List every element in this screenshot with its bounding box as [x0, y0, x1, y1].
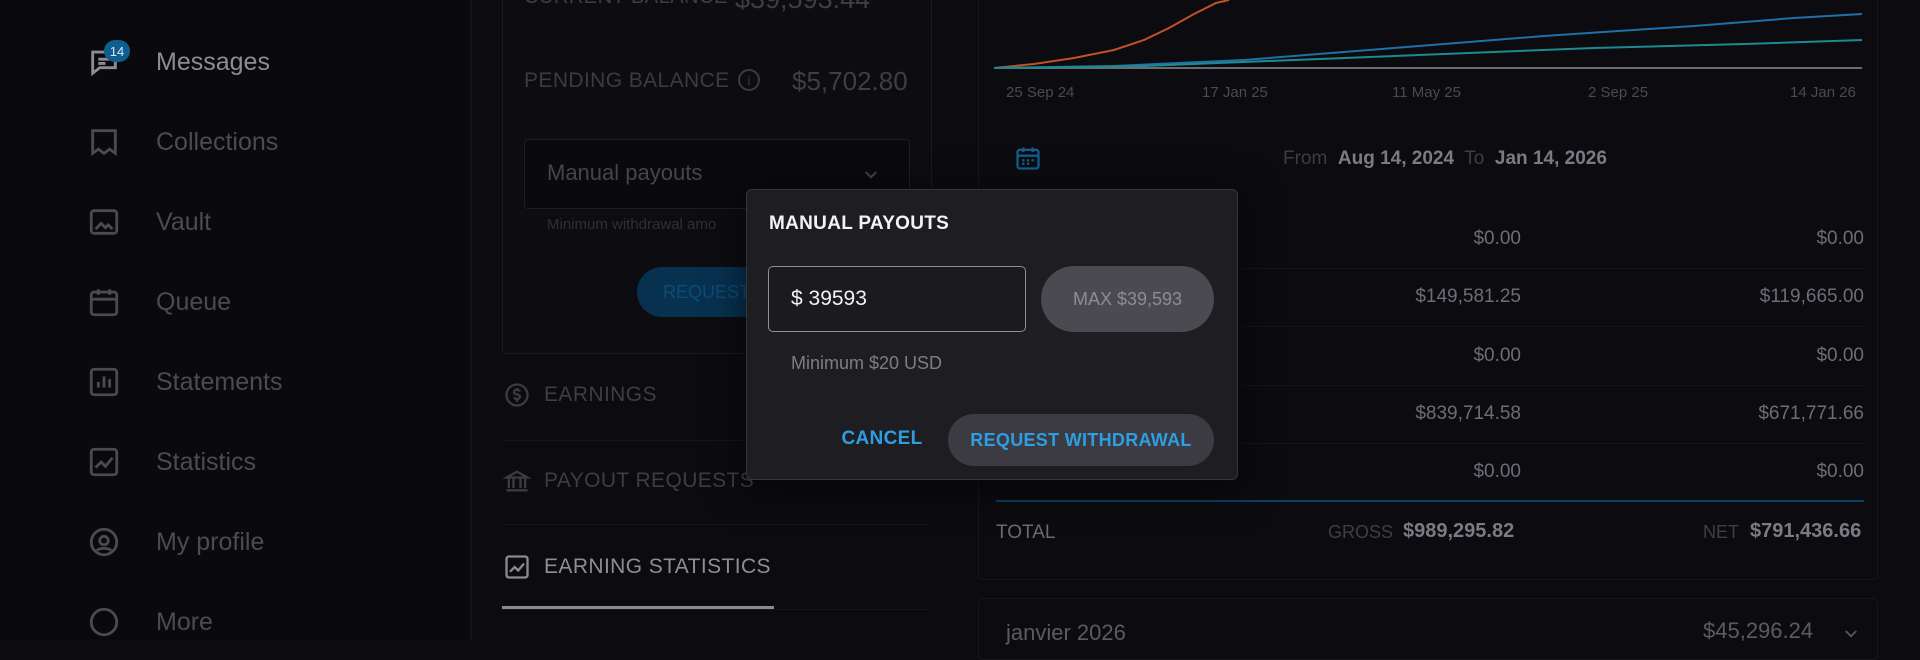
net-label: NET: [1703, 522, 1739, 542]
sidebar-item-label: Statements: [156, 367, 283, 396]
minimum-withdrawal-note: Minimum withdrawal amo: [547, 216, 717, 233]
sidebar-item-label: Queue: [156, 287, 232, 316]
gross-cell: $839,714.58: [1415, 403, 1521, 424]
sidebar-item-statistics[interactable]: Statistics: [84, 434, 256, 490]
collections-icon: [84, 122, 124, 162]
sidebar-item-more[interactable]: More: [84, 594, 213, 650]
chat-icon: 14: [84, 40, 130, 82]
chevron-down-icon[interactable]: [1842, 625, 1860, 643]
dialog-title: MANUAL PAYOUTS: [769, 213, 950, 234]
amount-input[interactable]: [768, 266, 1026, 332]
dollar-circle-icon: [502, 380, 532, 410]
info-icon[interactable]: i: [738, 69, 760, 91]
gross-cell: $0.00: [1473, 345, 1521, 366]
net-total: $791,436.66: [1750, 520, 1862, 542]
active-tab-indicator: [502, 606, 774, 609]
sidebar-item-label: My profile: [156, 527, 265, 556]
total-divider: [996, 500, 1864, 502]
pending-balance-value: $5,702.80: [792, 66, 908, 96]
request-withdrawal-button[interactable]: REQUEST WITHDRAWAL: [948, 414, 1214, 466]
range-to-value: Jan 14, 2026: [1494, 148, 1607, 169]
menu-label: EARNING STATISTICS: [544, 555, 771, 578]
bar-chart-icon: [84, 362, 124, 402]
x-tick-label: 25 Sep 24: [1006, 84, 1075, 101]
current-balance-value: $39,593.44: [735, 0, 870, 15]
total-label: TOTAL: [996, 522, 1056, 543]
date-range[interactable]: From Aug 14, 2024 To Jan 14, 2026: [1283, 148, 1607, 170]
current-balance-label: CURRENT BALANCE: [524, 0, 728, 9]
range-from-value: Aug 14, 2024: [1337, 148, 1455, 169]
gross-cell: $149,581.25: [1415, 286, 1521, 307]
max-amount-button[interactable]: MAX $39,593: [1041, 266, 1214, 332]
range-to-label: To: [1464, 148, 1485, 169]
menu-label: EARNINGS: [544, 383, 657, 406]
pending-balance-label: PENDING BALANCE: [524, 69, 730, 92]
chevron-down-icon: [865, 171, 877, 179]
sidebar-item-vault[interactable]: Vault: [84, 194, 211, 250]
net-cell: $671,771.66: [1758, 403, 1864, 424]
trend-chart-icon: [502, 552, 532, 582]
sidebar-item-label: Vault: [156, 207, 212, 236]
bank-icon: [502, 466, 532, 496]
sidebar-item-messages[interactable]: 14 Messages: [84, 34, 270, 90]
sidebar-item-statements[interactable]: Statements: [84, 354, 282, 410]
net-cell: $0.00: [1816, 461, 1864, 482]
calendar-icon[interactable]: [1014, 144, 1042, 172]
x-tick-label: 14 Jan 26: [1790, 84, 1856, 101]
sidebar-item-my-profile[interactable]: My profile: [84, 514, 264, 570]
sidebar-item-label: Statistics: [156, 447, 257, 476]
x-tick-label: 17 Jan 25: [1202, 84, 1268, 101]
series-line-blue: [994, 13, 1862, 69]
calendar-icon: [84, 282, 124, 322]
gross-cell: $0.00: [1473, 461, 1521, 482]
sidebar-divider: [470, 0, 472, 640]
menu-divider: [502, 609, 930, 610]
month-label: janvier 2026: [1006, 620, 1126, 645]
sidebar-item-collections[interactable]: Collections: [84, 114, 278, 170]
series-line-teal: [994, 39, 1862, 69]
x-tick-label: 11 May 25: [1392, 84, 1461, 101]
net-cell: $0.00: [1816, 345, 1864, 366]
payout-mode-value: Manual payouts: [547, 160, 703, 185]
net-cell: $0.00: [1816, 228, 1864, 249]
menu-label: PAYOUT REQUESTS: [544, 469, 755, 492]
sidebar-item-label: Collections: [156, 127, 279, 156]
series-line-orange: [994, 0, 1230, 69]
vault-image-icon: [84, 202, 124, 242]
x-tick-label: 2 Sep 25: [1588, 84, 1649, 101]
sidebar-item-label: More: [156, 607, 213, 636]
range-from-label: From: [1283, 148, 1328, 169]
gross-cell: $0.00: [1473, 228, 1521, 249]
profile-icon: [84, 522, 124, 562]
gross-label: GROSS: [1328, 522, 1394, 542]
sidebar-item-queue[interactable]: Queue: [84, 274, 231, 330]
earnings-line-chart: [994, 0, 1862, 69]
more-icon: [84, 602, 124, 642]
net-cell: $119,665.00: [1759, 286, 1864, 307]
minimum-amount-hint: Minimum $20 USD: [791, 353, 943, 373]
unread-badge: 14: [104, 40, 130, 62]
sidebar-item-label: Messages: [156, 47, 270, 76]
menu-earning-statistics[interactable]: EARNING STATISTICS: [502, 552, 930, 582]
gross-total: $989,295.82: [1403, 520, 1515, 542]
trend-chart-icon: [84, 442, 124, 482]
cancel-button[interactable]: CANCEL: [832, 416, 932, 462]
month-value: $45,296.24: [1703, 618, 1814, 643]
menu-divider: [502, 524, 930, 525]
